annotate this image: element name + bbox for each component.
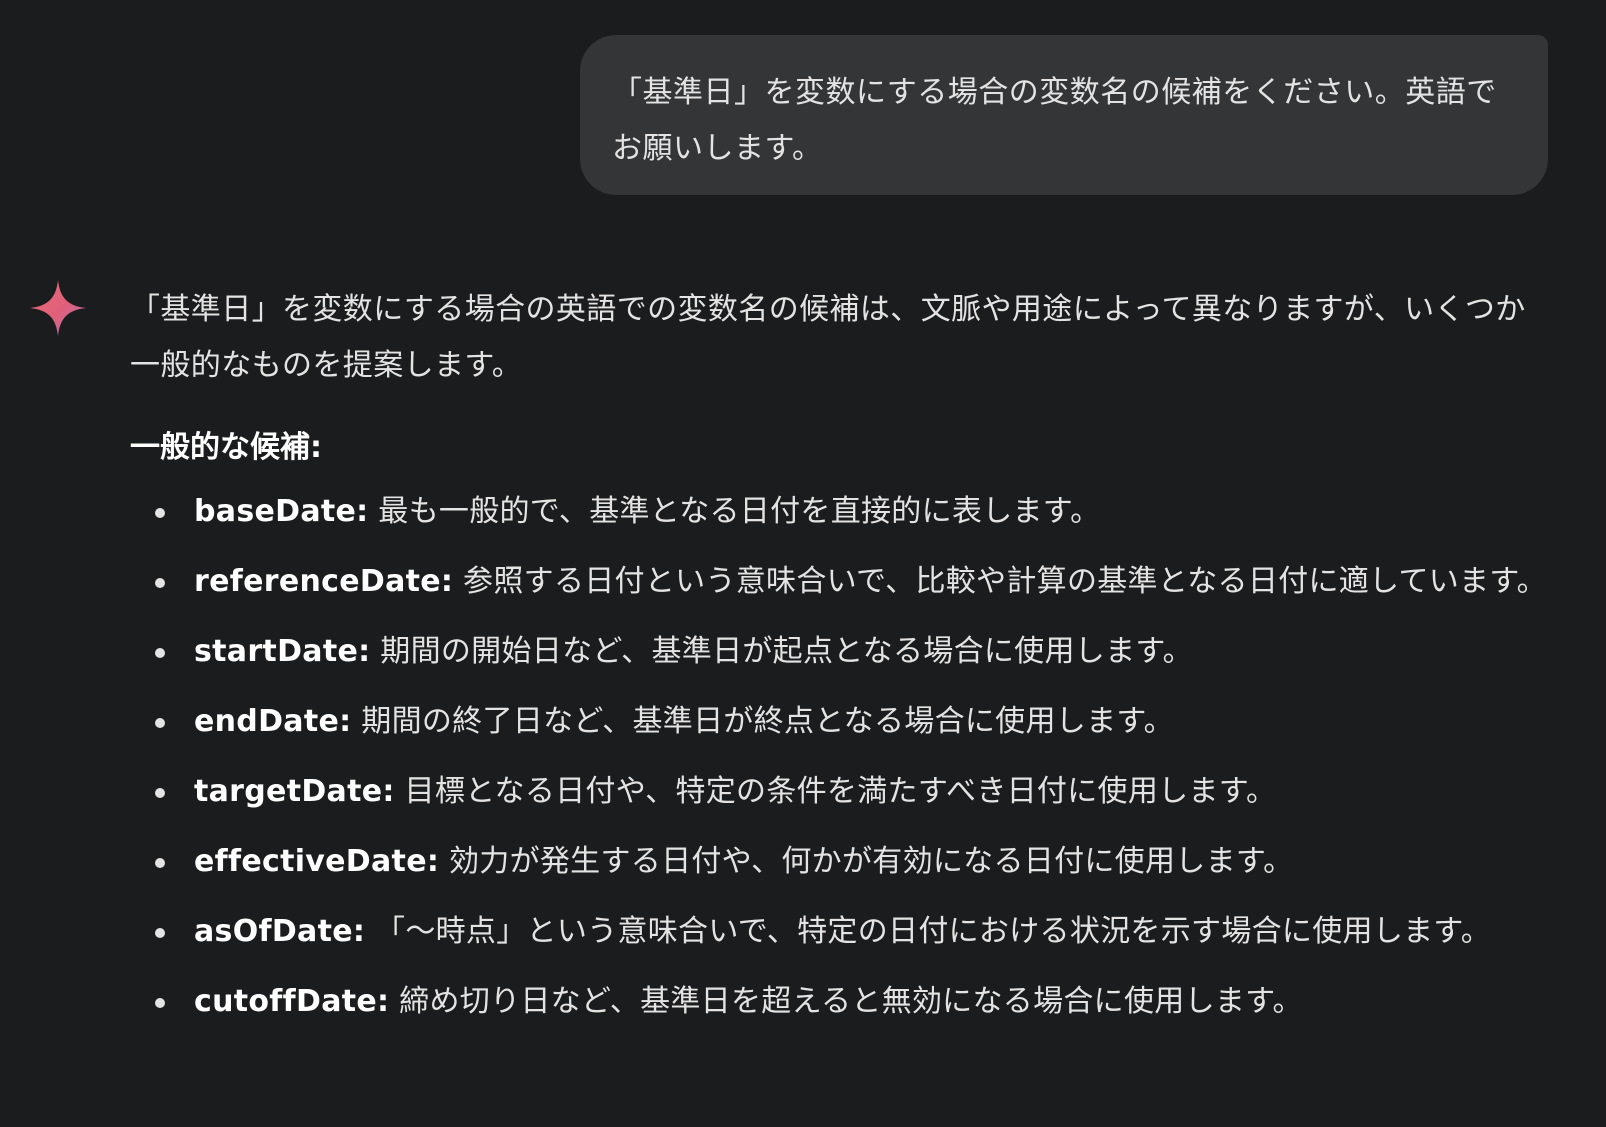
bullet-icon [155,508,165,518]
section-heading: 一般的な候補: [130,430,322,465]
candidate-description: 締め切り日など、基準日を超えると無効になる場合に使用します。 [399,984,1303,1019]
list-item: referenceDate: 参照する日付という意味合いで、比較や計算の基準とな… [130,554,1550,610]
bullet-icon [155,858,165,868]
bullet-icon [155,648,165,658]
candidate-description: 参照する日付という意味合いで、比較や計算の基準となる日付に適しています。 [463,564,1547,599]
candidate-description: 最も一般的で、基準となる日付を直接的に表します。 [378,494,1101,529]
bullet-icon [155,928,165,938]
gemini-sparkle-icon [30,280,86,336]
list-item: startDate: 期間の開始日など、基準日が起点となる場合に使用します。 [130,624,1550,680]
candidate-term: referenceDate: [194,564,454,599]
candidate-term: targetDate: [194,774,395,809]
candidate-term: endDate: [194,704,352,739]
list-item: baseDate: 最も一般的で、基準となる日付を直接的に表します。 [130,484,1550,540]
assistant-response: 「基準日」を変数にする場合の英語での変数名の候補は、文脈や用途によって異なります… [130,282,1550,1044]
bullet-icon [155,718,165,728]
bullet-icon [155,578,165,588]
candidate-term: baseDate: [194,494,369,529]
bullet-icon [155,998,165,1008]
user-message-bubble: 「基準日」を変数にする場合の変数名の候補をください。英語でお願いします。 [580,35,1548,195]
response-intro: 「基準日」を変数にする場合の英語での変数名の候補は、文脈や用途によって異なります… [130,292,1526,383]
bullet-icon [155,788,165,798]
candidate-description: 期間の開始日など、基準日が起点となる場合に使用します。 [380,634,1193,669]
candidate-term: effectiveDate: [194,844,440,879]
candidate-term: asOfDate: [194,914,366,949]
list-item: targetDate: 目標となる日付や、特定の条件を満たすべき日付に使用します… [130,764,1550,820]
candidate-list: baseDate: 最も一般的で、基準となる日付を直接的に表します。 refer… [130,484,1550,1030]
user-message-text: 「基準日」を変数にする場合の変数名の候補をください。英語でお願いします。 [612,75,1497,166]
list-item: effectiveDate: 効力が発生する日付や、何かが有効になる日付に使用し… [130,834,1550,890]
list-item: endDate: 期間の終了日など、基準日が終点となる場合に使用します。 [130,694,1550,750]
candidate-description: 目標となる日付や、特定の条件を満たすべき日付に使用します。 [404,774,1277,809]
candidate-term: cutoffDate: [194,984,390,1019]
list-item: asOfDate: 「〜時点」という意味合いで、特定の日付における状況を示す場合… [130,904,1550,960]
list-item: cutoffDate: 締め切り日など、基準日を超えると無効になる場合に使用しま… [130,974,1550,1030]
candidate-description: 「〜時点」という意味合いで、特定の日付における状況を示す場合に使用します。 [375,914,1492,949]
chat-conversation: 「基準日」を変数にする場合の変数名の候補をください。英語でお願いします。 「基準… [0,0,1606,1127]
candidate-description: 効力が発生する日付や、何かが有効になる日付に使用します。 [448,844,1294,879]
candidate-description: 期間の終了日など、基準日が終点となる場合に使用します。 [361,704,1174,739]
candidate-term: startDate: [194,634,371,669]
